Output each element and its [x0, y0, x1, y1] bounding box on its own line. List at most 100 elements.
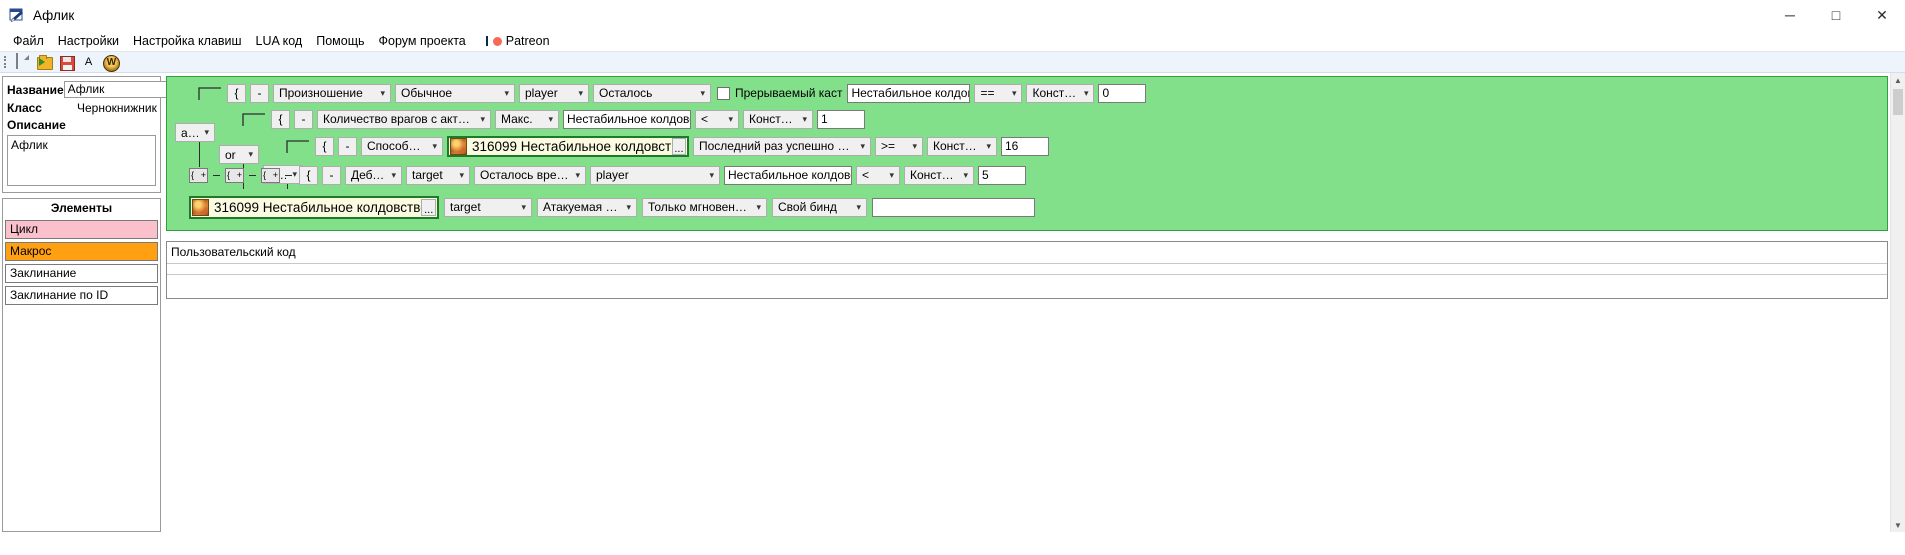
- logic-operator-and-outer[interactable]: and▾: [175, 123, 215, 142]
- menu-lua-code[interactable]: LUA код: [249, 32, 310, 50]
- row4-remove-button[interactable]: -: [322, 166, 341, 185]
- row1-unit-select[interactable]: player▾: [519, 84, 589, 103]
- menu-file[interactable]: Файл: [6, 32, 51, 50]
- macro-attack-target-select[interactable]: Атакуемая цель ▾: [537, 198, 637, 217]
- row1-operand-type-select[interactable]: Константа▾: [1026, 84, 1094, 103]
- menu-forum[interactable]: Форум проекта: [372, 32, 473, 50]
- menu-patreon[interactable]: Patreon: [479, 32, 557, 50]
- scroll-up-arrow-icon[interactable]: ▲: [1891, 73, 1905, 87]
- group-controls-outer[interactable]: {+: [189, 168, 208, 183]
- row2-aggregate-value: Макс.: [501, 112, 542, 126]
- letter-a-icon[interactable]: A: [80, 54, 97, 71]
- row2-operand-type-select[interactable]: Константа▾: [743, 110, 813, 129]
- patreon-bar-icon: [486, 36, 488, 46]
- row3-comparison-operator-select[interactable]: >=▾: [875, 137, 923, 156]
- group-brace-label: {: [263, 170, 266, 180]
- row2-comparison-operator-select[interactable]: <▾: [695, 110, 739, 129]
- element-item-spell-by-id[interactable]: Заклинание по ID: [5, 286, 158, 305]
- row1-spell-name-field[interactable]: Нестабильное колдовство: [847, 84, 970, 103]
- element-item-cycle[interactable]: Цикл: [5, 220, 158, 239]
- maximize-button[interactable]: □: [1813, 0, 1859, 30]
- chevron-down-icon: ▾: [963, 171, 968, 180]
- macro-spell-chip[interactable]: 316099 Нестабильное колдовство ...: [189, 196, 439, 219]
- chevron-down-icon: ▾: [504, 89, 509, 98]
- row1-operand-value-field[interactable]: 0: [1098, 84, 1146, 103]
- row2-spell-name-field[interactable]: Нестабильное колдовство: [563, 110, 691, 129]
- minimize-button[interactable]: ─: [1767, 0, 1813, 30]
- macro-bind-input[interactable]: [872, 198, 1035, 217]
- row3-operand-type-select[interactable]: Константа▾: [927, 137, 997, 156]
- editor-wrap: { - Произношение▾ Обычное▾ player▾ Остал…: [163, 73, 1891, 532]
- row1-cast-kind-select[interactable]: Обычное▾: [395, 84, 515, 103]
- row2-remove-button[interactable]: -: [294, 110, 313, 129]
- chevron-down-icon: ▾: [391, 171, 396, 180]
- row4-target-value: target: [412, 168, 453, 182]
- row4-condition-type-value: Дебаф: [351, 168, 385, 182]
- row3-property-select[interactable]: Последний раз успешно применена▾: [693, 137, 871, 156]
- row4-condition-type-select[interactable]: Дебаф ▾: [345, 166, 402, 185]
- row4-operand-type-select[interactable]: Константа▾: [904, 166, 974, 185]
- row3-condition-type-select[interactable]: Способность▾: [361, 137, 443, 156]
- row1-group-brace-button[interactable]: {: [227, 84, 246, 103]
- row3-spell-chip[interactable]: 316099 Нестабильное колдовство ...: [447, 136, 689, 157]
- macro-spell-browse-button[interactable]: ...: [421, 199, 436, 216]
- chevron-down-icon: ▾: [575, 171, 580, 180]
- save-floppy-icon[interactable]: [58, 54, 75, 71]
- element-item-macro[interactable]: Макрос: [5, 242, 158, 261]
- vertical-scrollbar[interactable]: ▲ ▼: [1890, 73, 1905, 532]
- chevron-down-icon: ▾: [548, 115, 553, 124]
- row2-aggregate-select[interactable]: Макс. ▾: [495, 110, 559, 129]
- menu-help[interactable]: Помощь: [309, 32, 371, 50]
- wow-logo-icon[interactable]: [102, 54, 119, 71]
- row4-aura-name-field[interactable]: Нестабильное колдовство: [724, 166, 852, 185]
- row3-spell-browse-button[interactable]: ...: [672, 138, 686, 155]
- row2-condition-type-select[interactable]: Количество врагов с активным ДоТ▾: [317, 110, 491, 129]
- macro-attack-target-value: Атакуемая цель: [543, 200, 620, 214]
- element-item-spell[interactable]: Заклинание: [5, 264, 158, 283]
- scrollbar-thumb[interactable]: [1893, 89, 1903, 115]
- row3-group-brace-button[interactable]: {: [315, 137, 334, 156]
- row1-comparison-operator-select[interactable]: ==▾: [974, 84, 1022, 103]
- row2-comparison-value: <: [701, 112, 722, 126]
- row4-property-select[interactable]: Осталось времени▾: [474, 166, 586, 185]
- row4-comparison-operator-select[interactable]: <▾: [856, 166, 900, 185]
- macro-spell-name: 316099 Нестабильное колдовство: [214, 200, 421, 215]
- row1-property-select[interactable]: Осталось▾: [593, 84, 711, 103]
- custom-code-panel: Пользовательский код: [166, 241, 1888, 299]
- row1-interruptible-cast-checkbox[interactable]: Прерываемый каст: [717, 86, 842, 100]
- row3-remove-button[interactable]: -: [338, 137, 357, 156]
- row4-comparison-value: <: [862, 168, 883, 182]
- row2-branch-icon: [241, 110, 265, 128]
- macro-target-select[interactable]: target▾: [444, 198, 532, 217]
- macro-cast-mode-select[interactable]: Только мгновенные▾: [642, 198, 767, 217]
- menu-settings[interactable]: Настройки: [51, 32, 126, 50]
- row2-operand-value-field[interactable]: 1: [817, 110, 865, 129]
- toolbar: A: [0, 51, 1905, 73]
- description-textarea[interactable]: Афлик: [7, 135, 156, 186]
- toolbar-grip[interactable]: [4, 56, 8, 69]
- open-folder-icon[interactable]: [36, 54, 53, 71]
- group-controls-inner[interactable]: {+: [261, 168, 280, 183]
- row1-condition-type-select[interactable]: Произношение▾: [273, 84, 391, 103]
- row3-spell-name: 316099 Нестабильное колдовство: [472, 139, 672, 154]
- menu-keybinds[interactable]: Настройка клавиш: [126, 32, 249, 50]
- row4-operand-value-field[interactable]: 5: [978, 166, 1026, 185]
- chevron-down-icon: ▾: [626, 203, 631, 212]
- close-button[interactable]: ✕: [1859, 0, 1905, 30]
- custom-code-input[interactable]: [167, 274, 1887, 293]
- new-document-icon[interactable]: [14, 54, 31, 71]
- chevron-down-icon: ▾: [700, 89, 705, 98]
- row4-caster-select[interactable]: player▾: [590, 166, 720, 185]
- group-controls-middle[interactable]: {+: [225, 168, 244, 183]
- row3-operand-value-field[interactable]: 16: [1001, 137, 1049, 156]
- macro-bind-select[interactable]: Свой бинд▾: [772, 198, 867, 217]
- condition-row-3: { - Способность▾ 316099 Нестабильное кол…: [285, 136, 1049, 156]
- checkbox-box-icon: [717, 87, 730, 100]
- scroll-down-arrow-icon[interactable]: ▼: [1891, 518, 1905, 532]
- row4-target-select[interactable]: target▾: [406, 166, 470, 185]
- logic-or-value: or: [225, 148, 242, 162]
- row1-remove-button[interactable]: -: [250, 84, 269, 103]
- row2-group-brace-button[interactable]: {: [271, 110, 290, 129]
- logic-operator-or[interactable]: or▾: [219, 145, 259, 164]
- row4-group-brace-button[interactable]: {: [299, 166, 318, 185]
